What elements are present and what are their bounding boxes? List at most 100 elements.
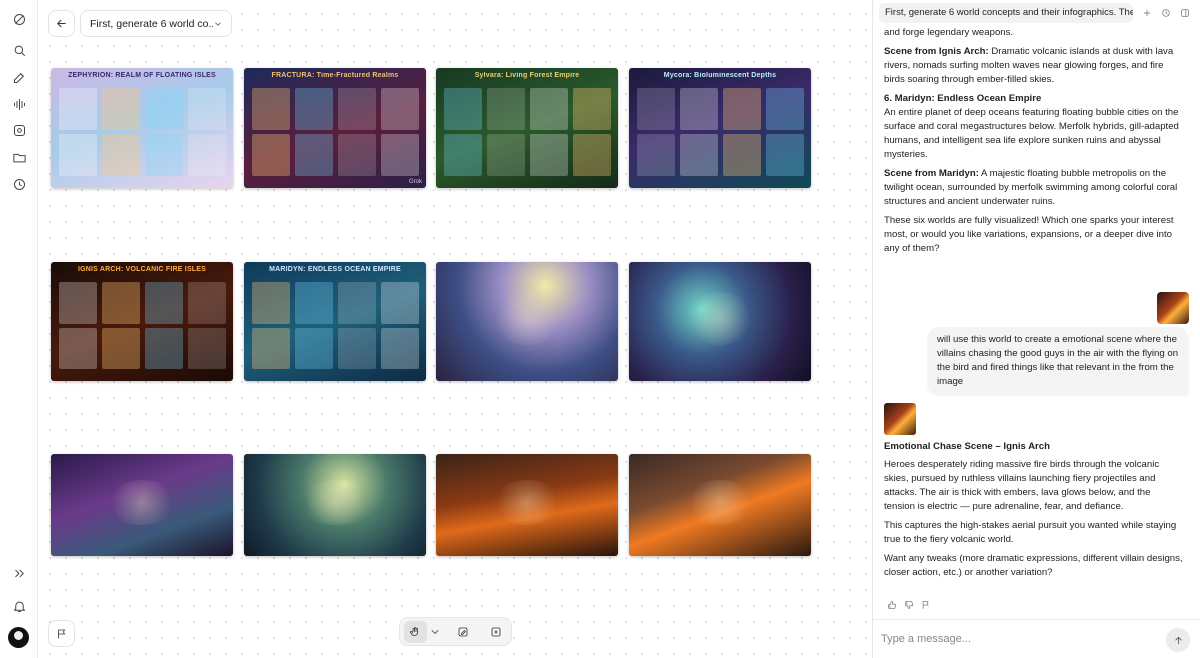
- infographic-panel: [573, 88, 611, 130]
- infographic-panel: [637, 88, 675, 130]
- hand-icon: [410, 626, 419, 636]
- imagine-icon[interactable]: [9, 120, 29, 140]
- infographic-panel: [295, 88, 333, 130]
- notifications-icon[interactable]: [9, 596, 29, 616]
- ignis-arch-infographic[interactable]: IGNIS ARCH: VOLCANIC FIRE ISLES: [51, 262, 233, 381]
- reply-title-text: Emotional Chase Scene – Ignis Arch: [884, 441, 1050, 452]
- infographic-panel: [381, 327, 419, 369]
- new-chat-icon[interactable]: [1140, 6, 1154, 20]
- generated-image-thumbnail[interactable]: [884, 403, 916, 435]
- infographic-panel: [381, 282, 419, 324]
- infographic-panel: [444, 88, 482, 130]
- image-edit-icon: [458, 627, 468, 636]
- zephyrion-scene[interactable]: [436, 262, 618, 381]
- new-chat-icon[interactable]: [9, 67, 29, 87]
- message-list: and forge legendary weapons. Scene from …: [884, 26, 1184, 261]
- infographic-panel: [487, 88, 525, 130]
- infographic-panel: [59, 88, 97, 130]
- conversation-title-select[interactable]: First, generate 6 world co...: [80, 10, 232, 37]
- assistant-text: Scene from Maridyn: A majestic floating …: [884, 167, 1184, 209]
- infographic-panel: [102, 327, 140, 369]
- zephyrion-infographic[interactable]: ZEPHYRION: REALM OF FLOATING ISLES: [51, 68, 233, 188]
- open-panel-icon[interactable]: [1178, 6, 1192, 20]
- reply-title: Emotional Chase Scene – Ignis Arch: [884, 440, 1184, 454]
- arrow-up-icon: [1174, 636, 1182, 644]
- infographic-panel: [338, 327, 376, 369]
- message-composer: [873, 619, 1200, 658]
- thumbs-up-icon[interactable]: [887, 597, 899, 609]
- infographic-panel: [295, 327, 333, 369]
- assistant-text: Scene from Ignis Arch: Dramatic volcanic…: [884, 45, 1184, 87]
- user-attached-image[interactable]: [1157, 292, 1189, 324]
- infographic-panel: [637, 134, 675, 176]
- infographic-title: MARIDYN: ENDLESS OCEAN EMPIRE: [269, 266, 401, 273]
- mycora-infographic[interactable]: Mycora: Bioluminescent Depths: [629, 68, 811, 188]
- send-button[interactable]: [1166, 628, 1190, 652]
- infographic-panel: [59, 134, 97, 176]
- assistant-text: Heroes desperately riding massive fire b…: [884, 459, 1160, 512]
- infographic-panel: [102, 282, 140, 324]
- flag-button[interactable]: [48, 620, 75, 647]
- assistant-reply: Emotional Chase Scene – Ignis Arch Heroe…: [884, 440, 1184, 585]
- infographic-panel: [145, 88, 183, 130]
- mycora-scene[interactable]: [629, 262, 811, 381]
- ignis-arch-chase-scene[interactable]: [629, 454, 811, 556]
- avatar[interactable]: [8, 627, 29, 648]
- infographic-panel: [145, 282, 183, 324]
- infographic-panel: [680, 88, 718, 130]
- expand-sidebar-icon[interactable]: [9, 563, 29, 583]
- ignis-arch-scene[interactable]: [436, 454, 618, 556]
- infographic-panel: [766, 134, 804, 176]
- fractura-infographic[interactable]: FRACTURA: Time-Fractured Realms Grok: [244, 68, 426, 188]
- projects-icon[interactable]: [9, 147, 29, 167]
- infographic-panel: [295, 282, 333, 324]
- chat-title[interactable]: First, generate 6 world concepts and the…: [879, 3, 1133, 23]
- canvas-toolbar: [399, 617, 512, 646]
- scene-label: Scene from Maridyn:: [884, 168, 979, 179]
- infographic-title: Sylvara: Living Forest Empire: [474, 72, 580, 79]
- flag-icon[interactable]: [921, 597, 933, 609]
- edit-image-button[interactable]: [452, 621, 475, 643]
- infographic-panel: [723, 134, 761, 176]
- infographic-panel: [145, 134, 183, 176]
- sylvara-infographic[interactable]: Sylvara: Living Forest Empire: [436, 68, 618, 188]
- infographic-panel: [252, 327, 290, 369]
- history-icon[interactable]: [1159, 6, 1173, 20]
- infographic-title: FRACTURA: Time-Fractured Realms: [271, 72, 399, 79]
- infographic-panel: [530, 88, 568, 130]
- assistant-text: An entire planet of deep oceans featurin…: [884, 107, 1179, 160]
- infographic-panel: [188, 88, 226, 130]
- infographic-panel: [530, 134, 568, 176]
- app-window: First, generate 6 world co... ZEPHYRION:…: [0, 0, 1200, 658]
- infographic-panel: [59, 282, 97, 324]
- infographic-panel: [252, 134, 290, 176]
- infographic-panel: [573, 134, 611, 176]
- maridyn-infographic[interactable]: MARIDYN: ENDLESS OCEAN EMPIRE: [244, 262, 426, 381]
- search-icon[interactable]: [9, 40, 29, 60]
- chat-header: First, generate 6 world concepts and the…: [873, 0, 1200, 26]
- voice-icon[interactable]: [9, 94, 29, 114]
- scene-highlight: [490, 291, 564, 346]
- infographic-panel: [766, 88, 804, 130]
- grok-logo-icon[interactable]: [9, 9, 29, 29]
- sylvara-scene[interactable]: [244, 454, 426, 556]
- chat-panel: First, generate 6 world concepts and the…: [872, 0, 1200, 658]
- watermark: Grok: [408, 179, 422, 185]
- history-icon[interactable]: [9, 174, 29, 194]
- add-image-button[interactable]: [484, 621, 507, 643]
- thumbs-down-icon[interactable]: [904, 597, 916, 609]
- pan-tool-button[interactable]: [404, 620, 427, 643]
- assistant-text: Want any tweaks (more dramatic expressio…: [884, 553, 1183, 578]
- scene-highlight: [683, 291, 757, 346]
- scene-highlight: [490, 479, 564, 526]
- sidebar: [0, 0, 38, 658]
- infographic-panel: [338, 282, 376, 324]
- chevron-down-icon: [215, 21, 221, 26]
- back-button[interactable]: [48, 10, 75, 37]
- infographic-panel: [444, 134, 482, 176]
- tool-dropdown-button[interactable]: [427, 621, 444, 643]
- message-input[interactable]: [881, 629, 1151, 649]
- fractura-scene[interactable]: [51, 454, 233, 556]
- image-canvas[interactable]: First, generate 6 world co... ZEPHYRION:…: [38, 0, 872, 658]
- scene-highlight: [298, 479, 372, 526]
